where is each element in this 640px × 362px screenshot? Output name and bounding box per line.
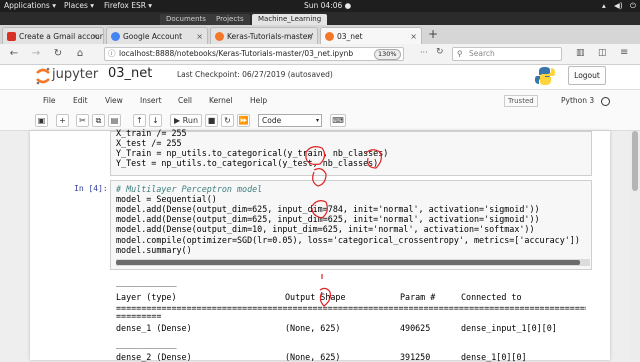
pen-annotations xyxy=(305,146,382,307)
annotation-circle xyxy=(312,168,327,187)
annotation-circle xyxy=(311,200,328,219)
annotation-circle xyxy=(365,149,382,169)
annotation-circle xyxy=(319,287,331,307)
annotation-circle xyxy=(305,146,326,165)
